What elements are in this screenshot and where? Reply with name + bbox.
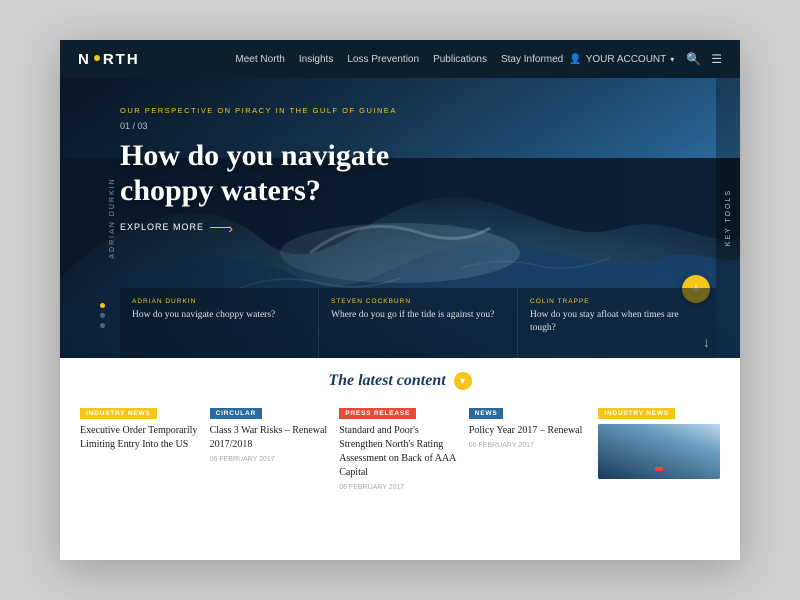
news-card-2: CIRCULAR Class 3 War Risks – Renewal 201… [210,402,332,491]
hero-title: How do you navigate choppy waters? [120,139,460,208]
latest-prefix: The latest [328,372,392,389]
news-date-3: 06 FEBRUARY 2017 [339,484,461,491]
slide-card-1-text: How do you navigate choppy waters? [132,309,306,322]
slide-card-2-text: Where do you go if the tide is against y… [331,309,505,322]
news-title-2[interactable]: Class 3 War Risks – Renewal 2017/2018 [210,424,332,452]
slide-dot-nav [100,303,105,328]
news-card-1: INDUSTRY NEWS Executive Order Temporaril… [80,402,202,491]
hero-section: OUR PERSPECTIVE ON PIRACY IN THE GULF OF… [60,78,740,358]
browser-window: N RTH Meet North Insights Loss Preventio… [60,40,740,560]
account-label: YOUR ACCOUNT [586,54,667,65]
news-card-4: NEWS Policy Year 2017 – Renewal 06 FEBRU… [469,402,591,491]
news-tag-4: NEWS [469,408,504,419]
slide-strip: ADRIAN DURKIN How do you navigate choppy… [120,288,716,358]
latest-highlight: content [397,372,446,389]
hero-cta-button[interactable]: EXPLORE MORE [120,222,460,232]
logo-orth: RTH [103,51,140,68]
hero-cta-label: EXPLORE MORE [120,222,204,232]
logo-n: N [78,51,91,68]
news-title-3[interactable]: Standard and Poor's Strengthen North's R… [339,424,461,480]
menu-icon[interactable]: ☰ [711,52,722,67]
slide-card-2-author: STEVEN COCKBURN [331,298,505,305]
latest-title: The latest content [328,372,445,390]
scroll-down-arrow[interactable]: ↓ [703,336,710,352]
news-card-5[interactable]: INDUSTRY NEWS [598,402,720,491]
nav-publications[interactable]: Publications [433,54,487,65]
nav-icons: 🔍 ☰ [686,52,722,67]
slide-dot-2[interactable] [100,313,105,318]
slide-dot-3[interactable] [100,323,105,328]
account-menu[interactable]: 👤 YOUR ACCOUNT ▾ [569,54,674,65]
slide-card-1[interactable]: ADRIAN DURKIN How do you navigate choppy… [120,288,319,358]
hero-cta-arrow-icon [210,227,230,228]
news-grid: INDUSTRY NEWS Executive Order Temporaril… [80,402,720,491]
news-title-4[interactable]: Policy Year 2017 – Renewal [469,424,591,438]
key-tools-sidebar[interactable]: KEY TOOLS [716,78,740,358]
search-icon[interactable]: 🔍 [686,52,701,67]
news-date-2: 06 FEBRUARY 2017 [210,456,332,463]
nav-insights[interactable]: Insights [299,54,333,65]
nav-loss-prevention[interactable]: Loss Prevention [347,54,419,65]
hero-slide-counter: 01 / 03 [120,121,460,131]
hero-content: OUR PERSPECTIVE ON PIRACY IN THE GULF OF… [120,106,460,232]
news-tag-3: PRESS RELEASE [339,408,416,419]
logo-dot [94,55,100,61]
slide-card-2[interactable]: STEVEN COCKBURN Where do you go if the t… [319,288,518,358]
news-tag-2: CIRCULAR [210,408,262,419]
logo[interactable]: N RTH [78,51,140,68]
news-tag-5: INDUSTRY NEWS [598,408,675,419]
latest-header: The latest content ▾ [80,372,720,390]
slide-card-3[interactable]: COLIN TRAPPE How do you stay afloat when… [518,288,716,358]
slide-card-3-text: How do you stay afloat when times are to… [530,309,704,335]
slide-dot-1[interactable] [100,303,105,308]
latest-dropdown-button[interactable]: ▾ [454,372,472,390]
news-title-1[interactable]: Executive Order Temporarily Limiting Ent… [80,424,202,452]
latest-section: The latest content ▾ INDUSTRY NEWS Execu… [60,358,740,501]
account-chevron: ▾ [670,55,674,64]
nav-stay-informed[interactable]: Stay Informed [501,54,563,65]
slide-card-1-author: ADRIAN DURKIN [132,298,306,305]
nav-links: Meet North Insights Loss Prevention Publ… [235,54,563,65]
news-tag-1: INDUSTRY NEWS [80,408,157,419]
nav-meet-north[interactable]: Meet North [235,54,284,65]
slide-card-3-author: COLIN TRAPPE [530,298,704,305]
hero-author: ADRIAN DURKIN [109,177,116,258]
news-card-3: PRESS RELEASE Standard and Poor's Streng… [339,402,461,491]
news-card-5-image [598,424,720,479]
news-card-5-img-boat [655,467,663,471]
navbar: N RTH Meet North Insights Loss Preventio… [60,40,740,78]
news-date-4: 06 FEBRUARY 2017 [469,442,591,449]
key-tools-label: KEY TOOLS [725,189,732,246]
hero-slide-label: OUR PERSPECTIVE ON PIRACY IN THE GULF OF… [120,106,460,115]
